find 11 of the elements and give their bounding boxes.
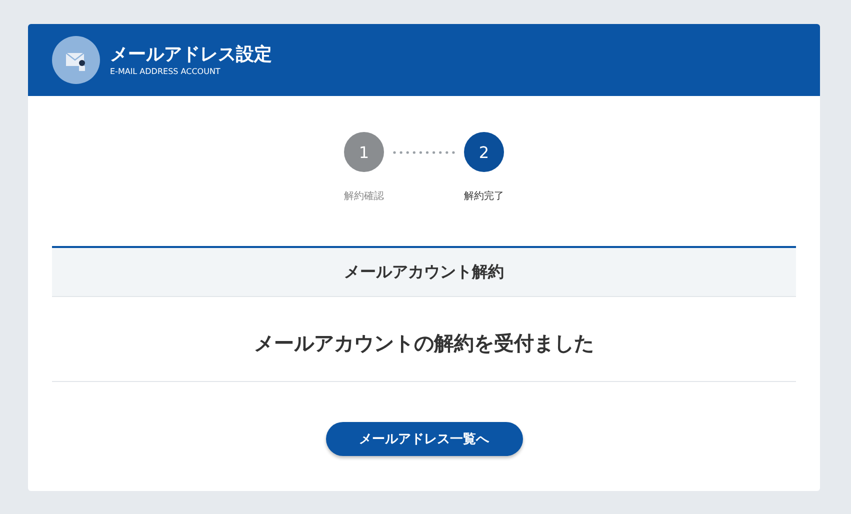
step-label: 解約確認: [344, 190, 384, 203]
section-title: メールアカウント解約: [52, 248, 796, 297]
page-subtitle: E-MAIL ADDRESS ACCOUNT: [110, 67, 222, 76]
address-list-button[interactable]: メールアドレス一覧へ: [326, 422, 522, 456]
completion-message: メールアカウントの解約を受付ました: [52, 297, 796, 382]
step-number: 1: [344, 132, 384, 172]
step-number: 2: [464, 132, 504, 172]
page-title: メールアドレス設定: [110, 44, 272, 66]
mail-icon: [52, 36, 100, 84]
dotted-connector: [393, 150, 455, 154]
step-label: 解約完了: [464, 190, 504, 203]
